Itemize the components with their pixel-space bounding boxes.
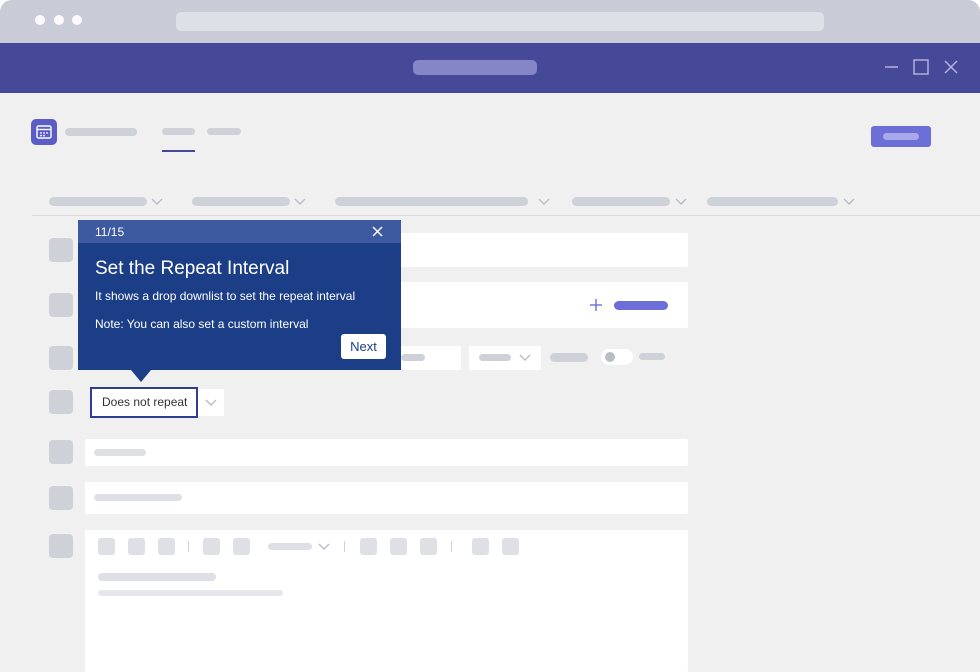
window-dot-minimize[interactable] [54, 15, 64, 25]
chevron-down-icon[interactable] [294, 198, 306, 206]
chevron-down-icon[interactable] [519, 354, 531, 362]
row-icon [49, 390, 73, 414]
coachmark-description: It shows a drop downlist to set the repe… [95, 289, 356, 303]
filter-placeholder-1[interactable] [49, 197, 147, 206]
close-icon[interactable] [370, 224, 385, 239]
coachmark-title: Set the Repeat Interval [95, 258, 290, 279]
chevron-down-icon[interactable] [675, 198, 687, 206]
tab-active[interactable] [162, 128, 195, 135]
coachmark-header: 11/15 [78, 220, 401, 243]
row-icon [49, 238, 73, 262]
toolbar-button[interactable] [233, 538, 250, 555]
tab-active-underline [162, 150, 195, 152]
toolbar-button[interactable] [98, 538, 115, 555]
all-day-label-placeholder [550, 353, 588, 362]
plus-icon[interactable] [588, 297, 604, 313]
row-icon [49, 346, 73, 370]
app-window: Does not repeat 11/15 Set the Repeat Int… [0, 0, 980, 672]
toolbar-separator [344, 541, 345, 552]
all-day-toggle[interactable] [601, 349, 633, 365]
tab-secondary[interactable] [207, 128, 241, 135]
chevron-down-icon[interactable] [843, 198, 855, 206]
duration-placeholder [479, 354, 511, 361]
add-optional-link[interactable] [614, 301, 668, 310]
toolbar-button[interactable] [203, 538, 220, 555]
maximize-icon[interactable] [911, 57, 931, 77]
window-dot-close[interactable] [35, 15, 45, 25]
details-text-placeholder [98, 573, 216, 581]
time-placeholder [401, 354, 425, 361]
toolbar-button[interactable] [360, 538, 377, 555]
filter-placeholder-5[interactable] [707, 197, 838, 206]
close-icon[interactable] [941, 57, 961, 77]
filter-placeholder-2[interactable] [192, 197, 290, 206]
row-icon [49, 486, 73, 510]
toolbar-button[interactable] [420, 538, 437, 555]
window-title-placeholder [413, 60, 537, 75]
coachmark-pointer [131, 370, 151, 382]
channel-input[interactable] [85, 439, 688, 466]
row-icon [49, 440, 73, 464]
coachmark-note: Note: You can also set a custom interval [95, 317, 309, 331]
row-icon [49, 293, 73, 317]
toolbar-button[interactable] [390, 538, 407, 555]
header-action-button[interactable] [871, 126, 931, 147]
font-size-select[interactable] [268, 543, 312, 550]
next-button[interactable]: Next [341, 334, 386, 359]
details-text-placeholder [98, 590, 283, 596]
details-editor[interactable] [85, 530, 688, 672]
row-icon [49, 534, 73, 558]
chevron-down-icon[interactable] [198, 389, 224, 416]
toolbar-button[interactable] [128, 538, 145, 555]
header-divider [32, 215, 980, 216]
toolbar-button[interactable] [158, 538, 175, 555]
toolbar-separator [188, 541, 189, 552]
filter-placeholder-3[interactable] [335, 197, 528, 206]
browser-toolbar [0, 0, 980, 43]
toggle-label-placeholder [639, 353, 665, 360]
toolbar-button[interactable] [472, 538, 489, 555]
minimize-icon[interactable] [882, 57, 902, 77]
toolbar-button[interactable] [502, 538, 519, 555]
coachmark-tooltip: 11/15 Set the Repeat Interval It shows a… [78, 220, 401, 370]
toolbar-separator [451, 541, 452, 552]
repeat-interval-select[interactable]: Does not repeat [90, 387, 198, 418]
filter-placeholder-4[interactable] [572, 197, 670, 206]
location-placeholder [94, 494, 182, 501]
address-bar[interactable] [176, 12, 824, 31]
window-dot-zoom[interactable] [72, 15, 82, 25]
chevron-down-icon[interactable] [538, 198, 550, 206]
calendar-icon [31, 119, 57, 145]
coachmark-step-counter: 11/15 [95, 225, 125, 239]
channel-placeholder [94, 449, 146, 456]
chevron-down-icon[interactable] [151, 198, 163, 206]
chevron-down-icon[interactable] [318, 543, 330, 551]
app-name-placeholder [65, 128, 137, 136]
app-titlebar [0, 43, 980, 93]
